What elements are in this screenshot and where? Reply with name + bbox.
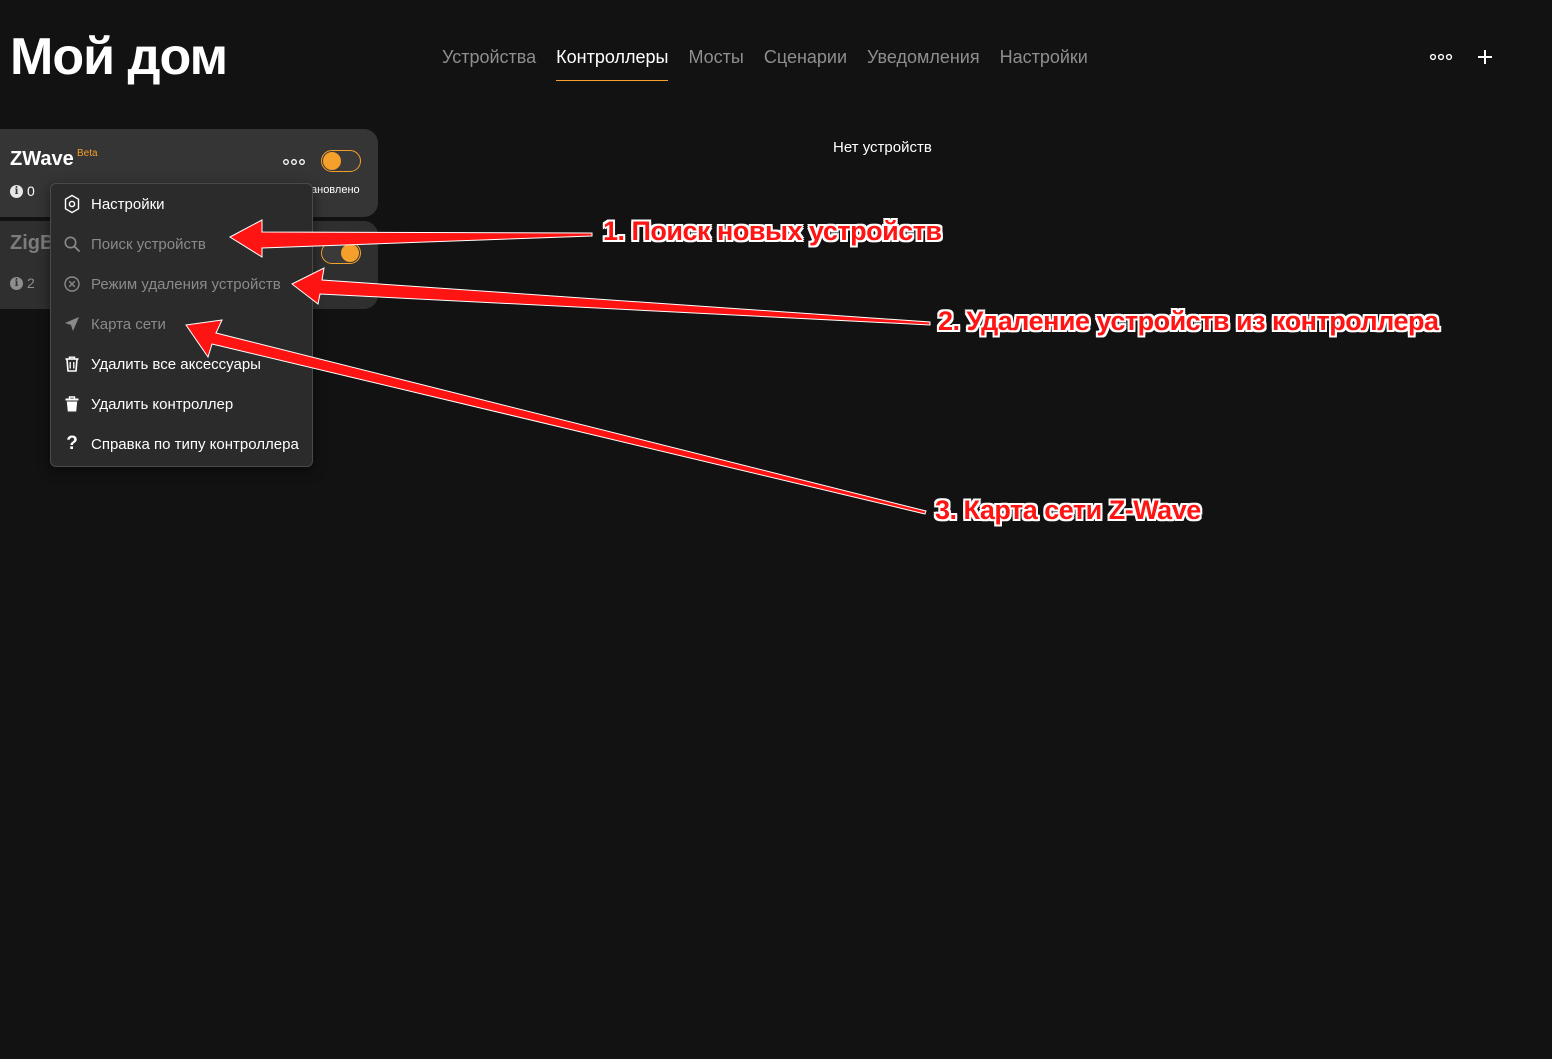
menu-item-label: Удалить все аксессуары bbox=[91, 355, 261, 373]
question-icon: ? bbox=[66, 433, 78, 454]
menu-item-settings[interactable]: Настройки bbox=[51, 184, 312, 224]
trash-outline-icon bbox=[61, 353, 83, 375]
info-count: 2 bbox=[27, 275, 35, 291]
dots-horizontal-icon bbox=[283, 159, 305, 165]
tab-devices[interactable]: Устройства bbox=[442, 44, 536, 81]
controller-more-button[interactable] bbox=[282, 153, 306, 171]
more-button[interactable] bbox=[1426, 46, 1456, 68]
trash-icon bbox=[61, 393, 83, 415]
menu-item-network-map[interactable]: Карта сети bbox=[51, 304, 312, 344]
add-button[interactable] bbox=[1472, 44, 1498, 70]
info-icon: i bbox=[10, 276, 23, 290]
menu-item-label: Карта сети bbox=[91, 315, 166, 333]
annotation-label-3: 3. Карта сети Z-Wave bbox=[935, 495, 1201, 525]
app-root: Мой дом Устройства Контроллеры Мосты Сце… bbox=[0, 0, 1552, 1059]
plus-icon bbox=[1478, 50, 1492, 64]
menu-item-label: Справка по типу контроллера bbox=[91, 435, 299, 453]
dots-horizontal-icon bbox=[1429, 53, 1453, 61]
toggle-knob bbox=[323, 152, 341, 170]
annotation-label-1: 1. Поиск новых устройств bbox=[603, 216, 942, 246]
toggle-knob bbox=[341, 244, 359, 262]
context-menu: Настройки Поиск устройств Режим удаления… bbox=[50, 183, 313, 467]
tab-controllers[interactable]: Контроллеры bbox=[556, 44, 669, 81]
menu-item-label: Поиск устройств bbox=[91, 235, 206, 253]
send-icon bbox=[61, 313, 83, 335]
controller-toggle[interactable] bbox=[321, 242, 361, 264]
controller-status: ановлено bbox=[311, 184, 360, 196]
menu-item-label: Режим удаления устройств bbox=[91, 275, 281, 293]
controller-toggle[interactable] bbox=[321, 150, 361, 172]
controller-info: i 0 bbox=[10, 183, 35, 199]
tab-settings[interactable]: Настройки bbox=[1000, 44, 1088, 81]
info-icon: i bbox=[10, 184, 23, 198]
menu-item-controller-help[interactable]: ? Справка по типу контроллера bbox=[51, 424, 312, 464]
tab-bridges[interactable]: Мосты bbox=[688, 44, 743, 81]
annotation-label-2: 2. Удаление устройств из контроллера bbox=[938, 306, 1439, 336]
annotation-arrow-2 bbox=[291, 267, 931, 326]
beta-badge: Beta bbox=[77, 148, 98, 159]
controller-name: ZWave bbox=[10, 148, 74, 170]
tab-notifications[interactable]: Уведомления bbox=[867, 44, 980, 81]
menu-item-delete-accessories[interactable]: Удалить все аксессуары bbox=[51, 344, 312, 384]
menu-item-search-devices[interactable]: Поиск устройств bbox=[51, 224, 312, 264]
controller-name: ZigB bbox=[10, 232, 55, 254]
menu-item-removal-mode[interactable]: Режим удаления устройств bbox=[51, 264, 312, 304]
search-icon bbox=[61, 233, 83, 255]
controller-info: i 2 bbox=[10, 275, 35, 291]
close-circle-icon bbox=[61, 273, 83, 295]
main-nav: Устройства Контроллеры Мосты Сценарии Ув… bbox=[442, 44, 1088, 81]
gear-icon bbox=[61, 193, 83, 215]
empty-state-text: Нет устройств bbox=[833, 139, 932, 156]
menu-item-label: Настройки bbox=[91, 195, 165, 213]
menu-item-delete-controller[interactable]: Удалить контроллер bbox=[51, 384, 312, 424]
page-title: Мой дом bbox=[10, 28, 228, 86]
info-count: 0 bbox=[27, 183, 35, 199]
tab-scenarios[interactable]: Сценарии bbox=[764, 44, 847, 81]
menu-item-label: Удалить контроллер bbox=[91, 395, 234, 413]
